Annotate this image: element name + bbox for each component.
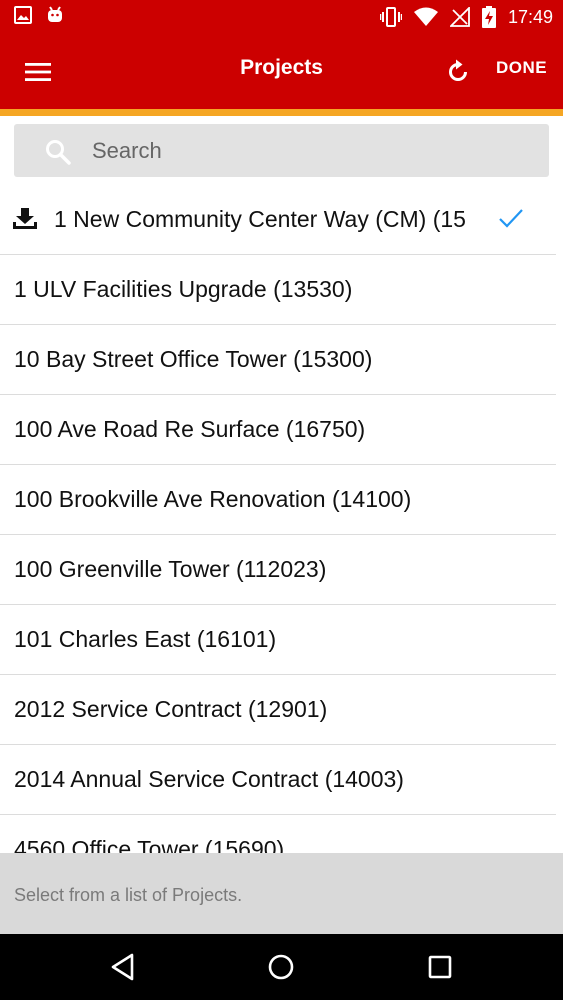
list-item[interactable]: 101 Charles East (16101)	[0, 605, 556, 675]
list-item[interactable]: 100 Greenville Tower (112023)	[0, 535, 556, 605]
list-item[interactable]: 100 Brookville Ave Renovation (14100)	[0, 465, 556, 535]
battery-charging-icon	[481, 6, 496, 28]
checkmark-icon	[499, 209, 523, 228]
status-time: 17:49	[507, 7, 553, 27]
list-item[interactable]: 4560 Office Tower (15690)	[0, 815, 556, 853]
list-item-label: 2012 Service Contract (12901)	[14, 696, 328, 722]
list-item[interactable]: 2012 Service Contract (12901)	[0, 675, 556, 745]
wifi-icon	[413, 7, 438, 26]
footer-hint-text: Select from a list of Projects.	[14, 885, 243, 905]
back-icon[interactable]	[108, 951, 140, 983]
list-item-label: 100 Greenville Tower (112023)	[14, 556, 327, 582]
list-item[interactable]: 1 New Community Center Way (CM) (15	[0, 185, 556, 255]
no-signal-icon	[449, 7, 470, 27]
android-icon	[48, 6, 62, 22]
search-box[interactable]	[14, 124, 549, 177]
done-button[interactable]: DONE	[496, 58, 547, 78]
list-item-label: 2014 Annual Service Contract (14003)	[14, 766, 404, 792]
footer-hint: Select from a list of Projects.	[0, 853, 563, 934]
recents-icon[interactable]	[424, 951, 456, 983]
status-bar: 17:49	[0, 0, 563, 34]
search-icon	[46, 140, 71, 165]
search-input[interactable]	[90, 132, 534, 170]
app-bar: Projects DONE	[0, 34, 563, 109]
list-item[interactable]: 1 ULV Facilities Upgrade (13530)	[0, 255, 556, 325]
app-bar-accent-line	[0, 109, 563, 116]
list-item-label: 1 New Community Center Way (CM) (15	[54, 206, 466, 232]
refresh-button[interactable]	[440, 54, 476, 90]
list-item[interactable]: 100 Ave Road Re Surface (16750)	[0, 395, 556, 465]
list-item-label: 100 Brookville Ave Renovation (14100)	[14, 486, 412, 512]
list-item-label: 100 Ave Road Re Surface (16750)	[14, 416, 366, 442]
navigation-bar	[0, 934, 563, 1000]
list-item-label: 1 ULV Facilities Upgrade (13530)	[14, 276, 353, 302]
project-list: 1 New Community Center Way (CM) (15 1 UL…	[0, 185, 556, 853]
list-item[interactable]: 10 Bay Street Office Tower (15300)	[0, 325, 556, 395]
list-item-label: 4560 Office Tower (15690)	[14, 836, 285, 853]
home-icon[interactable]	[265, 951, 297, 983]
download-icon	[13, 208, 37, 229]
list-item-label: 10 Bay Street Office Tower (15300)	[14, 346, 373, 372]
image-icon	[14, 6, 32, 24]
page-title: Projects	[240, 56, 323, 79]
list-item-label: 101 Charles East (16101)	[14, 626, 277, 652]
refresh-icon	[449, 59, 467, 81]
list-item[interactable]: 2014 Annual Service Contract (14003)	[0, 745, 556, 815]
vibrate-icon	[379, 7, 402, 27]
